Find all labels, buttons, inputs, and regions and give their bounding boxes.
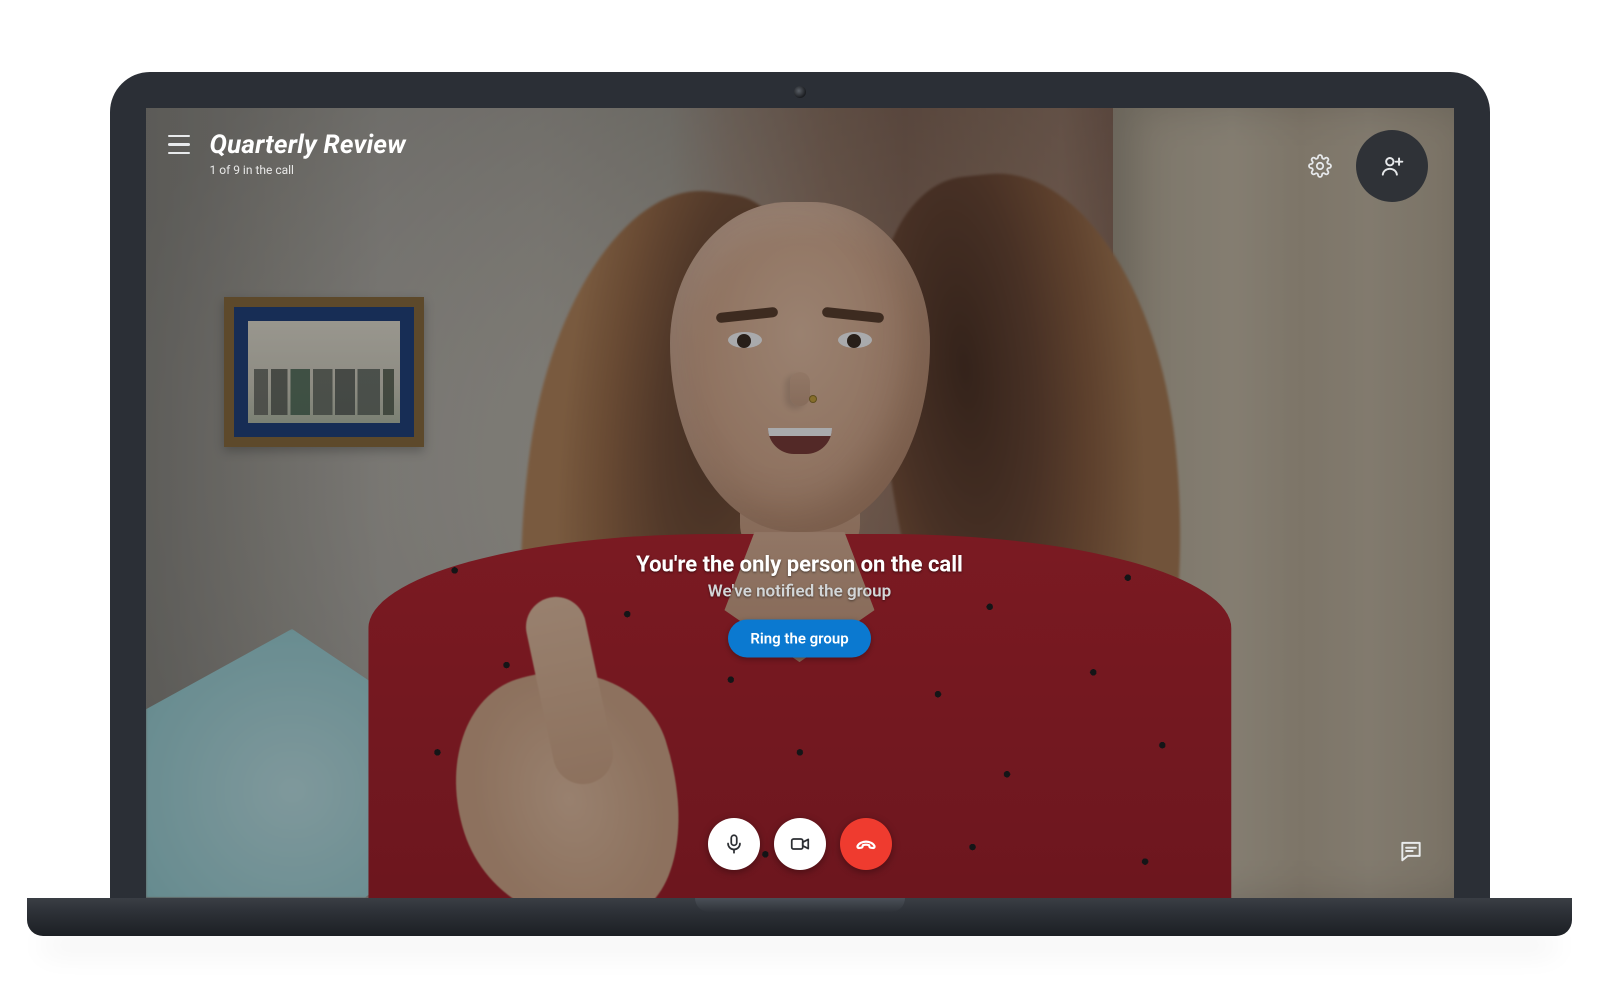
hangup-button[interactable] [840, 818, 892, 870]
call-title: Quarterly Review [210, 132, 406, 159]
settings-button[interactable] [1306, 152, 1334, 180]
status-heading: You're the only person on the call [146, 553, 1454, 578]
ring-group-button[interactable]: Ring the group [728, 620, 870, 658]
status-subheading: We've notified the group [146, 582, 1454, 602]
microphone-icon [723, 833, 745, 855]
call-subtitle: 1 of 9 in the call [210, 163, 406, 177]
laptop-base [27, 898, 1573, 936]
chat-button[interactable] [1398, 838, 1424, 864]
call-controls [708, 818, 892, 870]
hangup-icon [854, 832, 878, 856]
call-status-block: You're the only person on the call We've… [146, 553, 1454, 658]
app-screen: Quarterly Review 1 of 9 in the call [146, 108, 1454, 898]
video-button[interactable] [774, 818, 826, 870]
laptop-mockup: Quarterly Review 1 of 9 in the call [110, 72, 1490, 936]
add-person-icon [1379, 153, 1405, 179]
call-title-block: Quarterly Review 1 of 9 in the call [210, 132, 406, 177]
mute-button[interactable] [708, 818, 760, 870]
laptop-bezel: Quarterly Review 1 of 9 in the call [110, 72, 1490, 898]
video-icon [789, 833, 811, 855]
chat-icon [1398, 838, 1424, 864]
laptop-camera [794, 86, 806, 98]
add-person-button[interactable] [1356, 130, 1428, 202]
gear-icon [1308, 154, 1332, 178]
ring-group-label: Ring the group [750, 630, 848, 648]
menu-button[interactable] [166, 132, 192, 158]
